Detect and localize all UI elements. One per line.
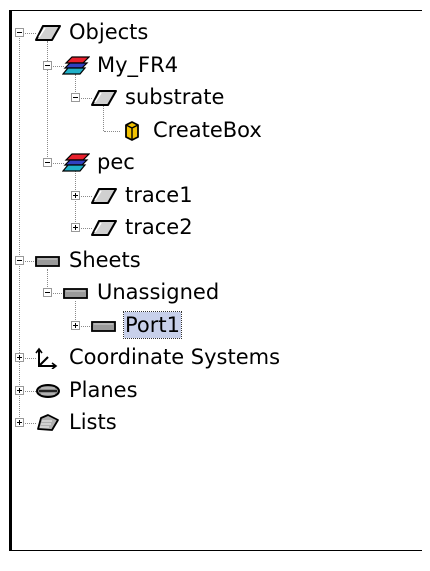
collapse-toggle-icon[interactable] bbox=[15, 28, 24, 37]
expand-toggle-icon[interactable] bbox=[71, 320, 80, 330]
tree-node-coordinate-systems[interactable]: Coordinate Systems bbox=[12, 343, 417, 373]
model-tree-rows: Objects My_FR4 substrate CreateBox pec trace1… bbox=[12, 11, 422, 550]
collapse-toggle-icon[interactable] bbox=[71, 93, 80, 102]
tree-node-label[interactable]: Sheets bbox=[68, 247, 142, 273]
tree-node-substrate[interactable]: substrate bbox=[12, 83, 417, 113]
tree-node-unassigned[interactable]: Unassigned bbox=[12, 278, 417, 308]
tree-node-label[interactable]: Unassigned bbox=[96, 279, 220, 305]
tree-node-label[interactable]: Lists bbox=[68, 409, 118, 435]
tree-node-label[interactable]: trace2 bbox=[124, 214, 194, 240]
tree-node-trace1[interactable]: trace1 bbox=[12, 181, 417, 211]
solid-object-icon bbox=[34, 22, 62, 44]
tree-node-label[interactable]: CreateBox bbox=[152, 117, 263, 143]
sheet-icon bbox=[62, 282, 90, 304]
create-box-command-icon bbox=[118, 120, 146, 142]
tree-node-label[interactable]: Objects bbox=[68, 19, 149, 45]
tree-node-label[interactable]: Coordinate Systems bbox=[68, 344, 281, 370]
tree-node-label[interactable]: pec bbox=[96, 149, 136, 175]
collapse-toggle-icon[interactable] bbox=[43, 158, 52, 167]
tree-node-my-fr4[interactable]: My_FR4 bbox=[12, 51, 417, 81]
material-layers-icon bbox=[62, 152, 90, 174]
solid-object-icon bbox=[90, 217, 118, 239]
solid-object-icon bbox=[90, 87, 118, 109]
tree-node-label[interactable]: substrate bbox=[124, 84, 225, 110]
tree-node-label[interactable]: trace1 bbox=[124, 182, 194, 208]
material-layers-icon bbox=[62, 55, 90, 77]
sheet-icon bbox=[34, 250, 62, 272]
tree-node-label[interactable]: Planes bbox=[68, 377, 139, 403]
tree-node-objects[interactable]: Objects bbox=[12, 18, 417, 48]
solid-object-icon bbox=[90, 185, 118, 207]
tree-node-sheets[interactable]: Sheets bbox=[12, 246, 417, 276]
expand-toggle-icon[interactable] bbox=[15, 418, 24, 427]
expand-toggle-icon[interactable] bbox=[15, 385, 24, 395]
expand-toggle-icon[interactable] bbox=[71, 223, 80, 232]
planes-icon bbox=[34, 380, 62, 402]
collapse-toggle-icon[interactable] bbox=[43, 288, 52, 297]
tree-node-lists[interactable]: Lists bbox=[12, 408, 417, 438]
collapse-toggle-icon[interactable] bbox=[43, 60, 52, 70]
expand-toggle-icon[interactable] bbox=[71, 190, 80, 200]
model-tree: Objects My_FR4 substrate CreateBox pec trace1… bbox=[9, 10, 422, 551]
lists-icon bbox=[34, 412, 62, 434]
collapse-toggle-icon[interactable] bbox=[15, 255, 24, 265]
tree-node-pec[interactable]: pec bbox=[12, 148, 417, 178]
tree-node-port1[interactable]: Port1 bbox=[12, 310, 417, 341]
tree-node-label[interactable]: My_FR4 bbox=[96, 52, 179, 78]
tree-node-trace2[interactable]: trace2 bbox=[12, 213, 417, 243]
sheet-icon bbox=[90, 315, 118, 337]
tree-node-planes[interactable]: Planes bbox=[12, 376, 417, 406]
coordinate-system-icon bbox=[34, 347, 62, 369]
tree-node-createbox[interactable]: CreateBox bbox=[12, 116, 417, 146]
expand-toggle-icon[interactable] bbox=[15, 353, 24, 362]
tree-node-label[interactable]: Port1 bbox=[123, 310, 182, 339]
